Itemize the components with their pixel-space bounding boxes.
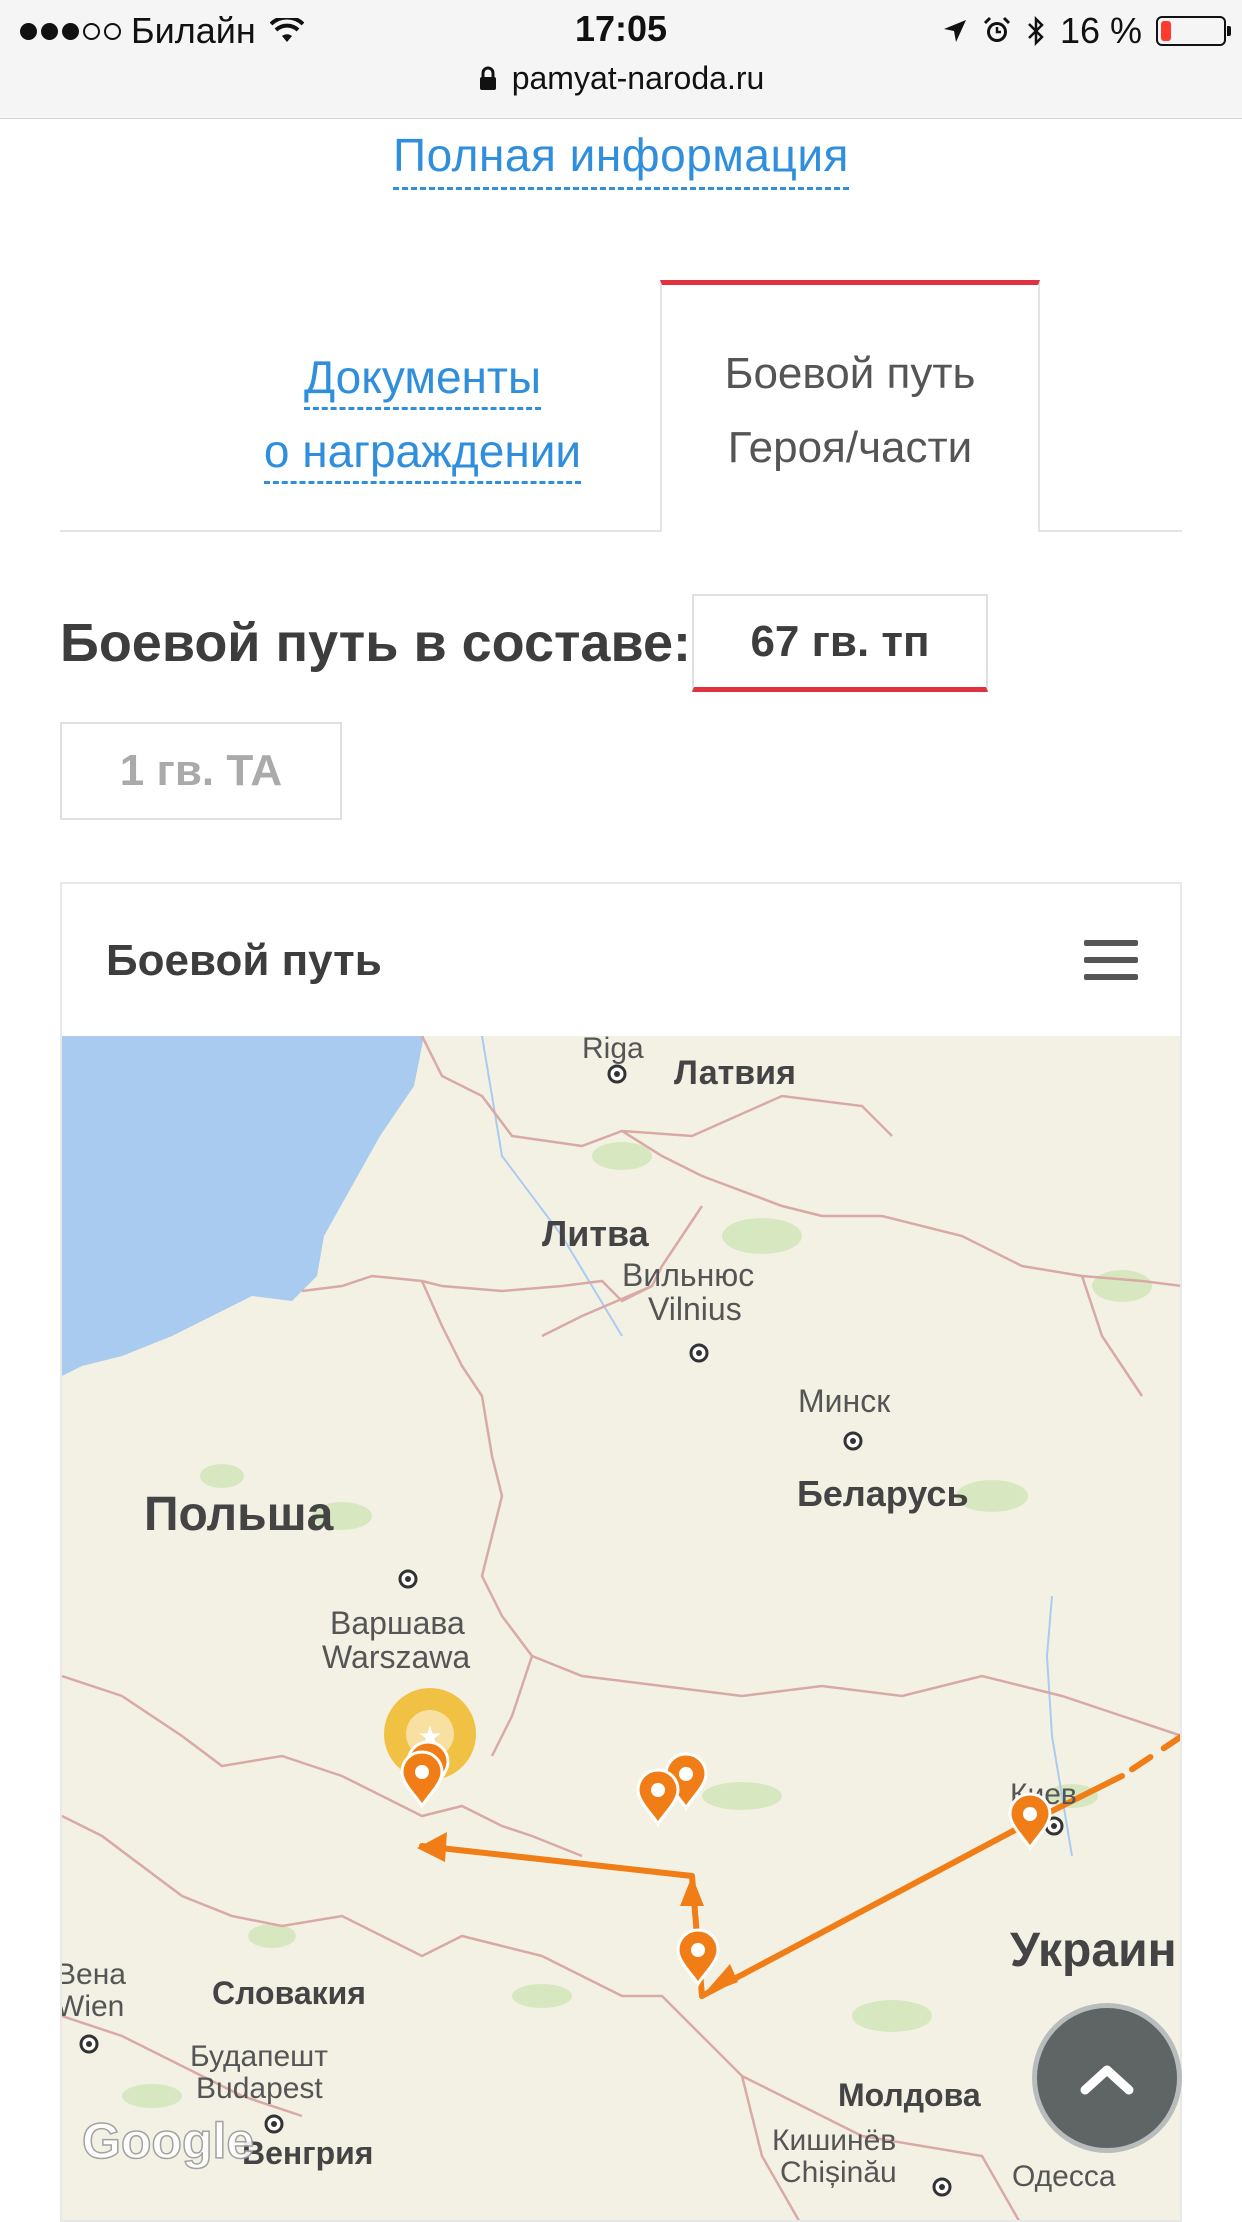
map-header: Боевой путь [62,884,1180,1036]
pin-poland-east-2 [636,1768,680,1828]
map-label-lithuania: Литва [542,1213,650,1254]
map-label-warsaw: Warszawa [322,1639,470,1675]
status-right: 16 % [942,10,1231,52]
map-label-odessa: Одесса [1012,2160,1116,2193]
map-label-hungary: Венгрия [242,2135,373,2171]
unit-button-1-gv-ta[interactable]: 1 гв. ТА [60,722,342,820]
bluetooth-icon [1028,15,1044,47]
status-bar: Билайн 17:05 16 % pamyat-naroda.ru [0,0,1242,119]
map-label-vienna-ru: Вена [62,1958,126,1991]
map-title: Боевой путь [106,936,382,985]
map-label-chisinau: Chișinău [780,2156,897,2189]
full-info-link-container: Полная информация [0,128,1242,190]
map-label-slovakia: Словакия [212,1975,366,2011]
combat-path-map-card: Боевой путь Riga Латвия Литва Вильнюс Vi… [60,882,1182,2222]
chevron-up-icon [1080,2065,1134,2095]
page-url: pamyat-naroda.ru [511,60,765,96]
map-label-poland: Польша [144,1488,334,1541]
unit-button-67-gv-tp[interactable]: 67 гв. тп [692,594,988,692]
map-label-vilnius-ru: Вильнюс [622,1257,754,1293]
location-arrow-icon [943,20,966,42]
map-label-budapest: Budapest [196,2072,323,2105]
tab-combat-path-line2: Героя/части [727,423,973,472]
tab-combat-path[interactable]: Боевой путь Героя/части [660,280,1040,532]
map-label-chisinau-ru: Кишинёв [772,2124,896,2157]
map-label-budapest-ru: Будапешт [190,2040,328,2073]
google-logo: Google [82,2113,254,2169]
baltic-sea [62,1036,424,1376]
map-label-minsk: Минск [798,1383,891,1419]
map-label-warsaw-ru: Варшава [330,1605,465,1641]
combat-path-label: Боевой путь в составе: [60,613,691,673]
lock-icon [479,66,496,90]
tab-award-documents-line1: Документы [303,351,542,410]
pin-kyiv [1008,1792,1052,1852]
map-label-moldova: Молдова [838,2077,981,2113]
scroll-to-top-button[interactable] [1032,2003,1182,2153]
map-canvas: Riga Латвия Литва Вильнюс Vilnius Минск … [62,1036,1180,2220]
map-label-belarus: Беларусь [797,1473,969,1514]
tab-award-documents-line2: о награждении [263,425,582,484]
pin-warsaw-2 [400,1750,444,1810]
map-label-ukraine: Украин [1010,1924,1177,1977]
alarm-icon [983,16,1010,42]
hamburger-menu-icon[interactable] [1084,940,1138,980]
pin-south [676,1928,720,1988]
map-view[interactable]: Riga Латвия Литва Вильнюс Vilnius Минск … [62,1036,1180,2220]
map-label-vienna: Wien [62,1990,124,2023]
map-label-vilnius: Vilnius [648,1291,742,1327]
tab-combat-path-line1: Боевой путь [724,349,976,398]
map-label-latvia: Латвия [674,1054,796,1092]
tab-award-documents[interactable]: Документы о награждении [240,340,605,488]
full-info-link[interactable]: Полная информация [393,129,849,190]
address-bar[interactable]: pamyat-naroda.ru [0,60,1242,97]
battery-icon [1156,16,1231,46]
battery-percent: 16 % [1059,10,1142,51]
map-label-riga: Riga [582,1036,644,1065]
